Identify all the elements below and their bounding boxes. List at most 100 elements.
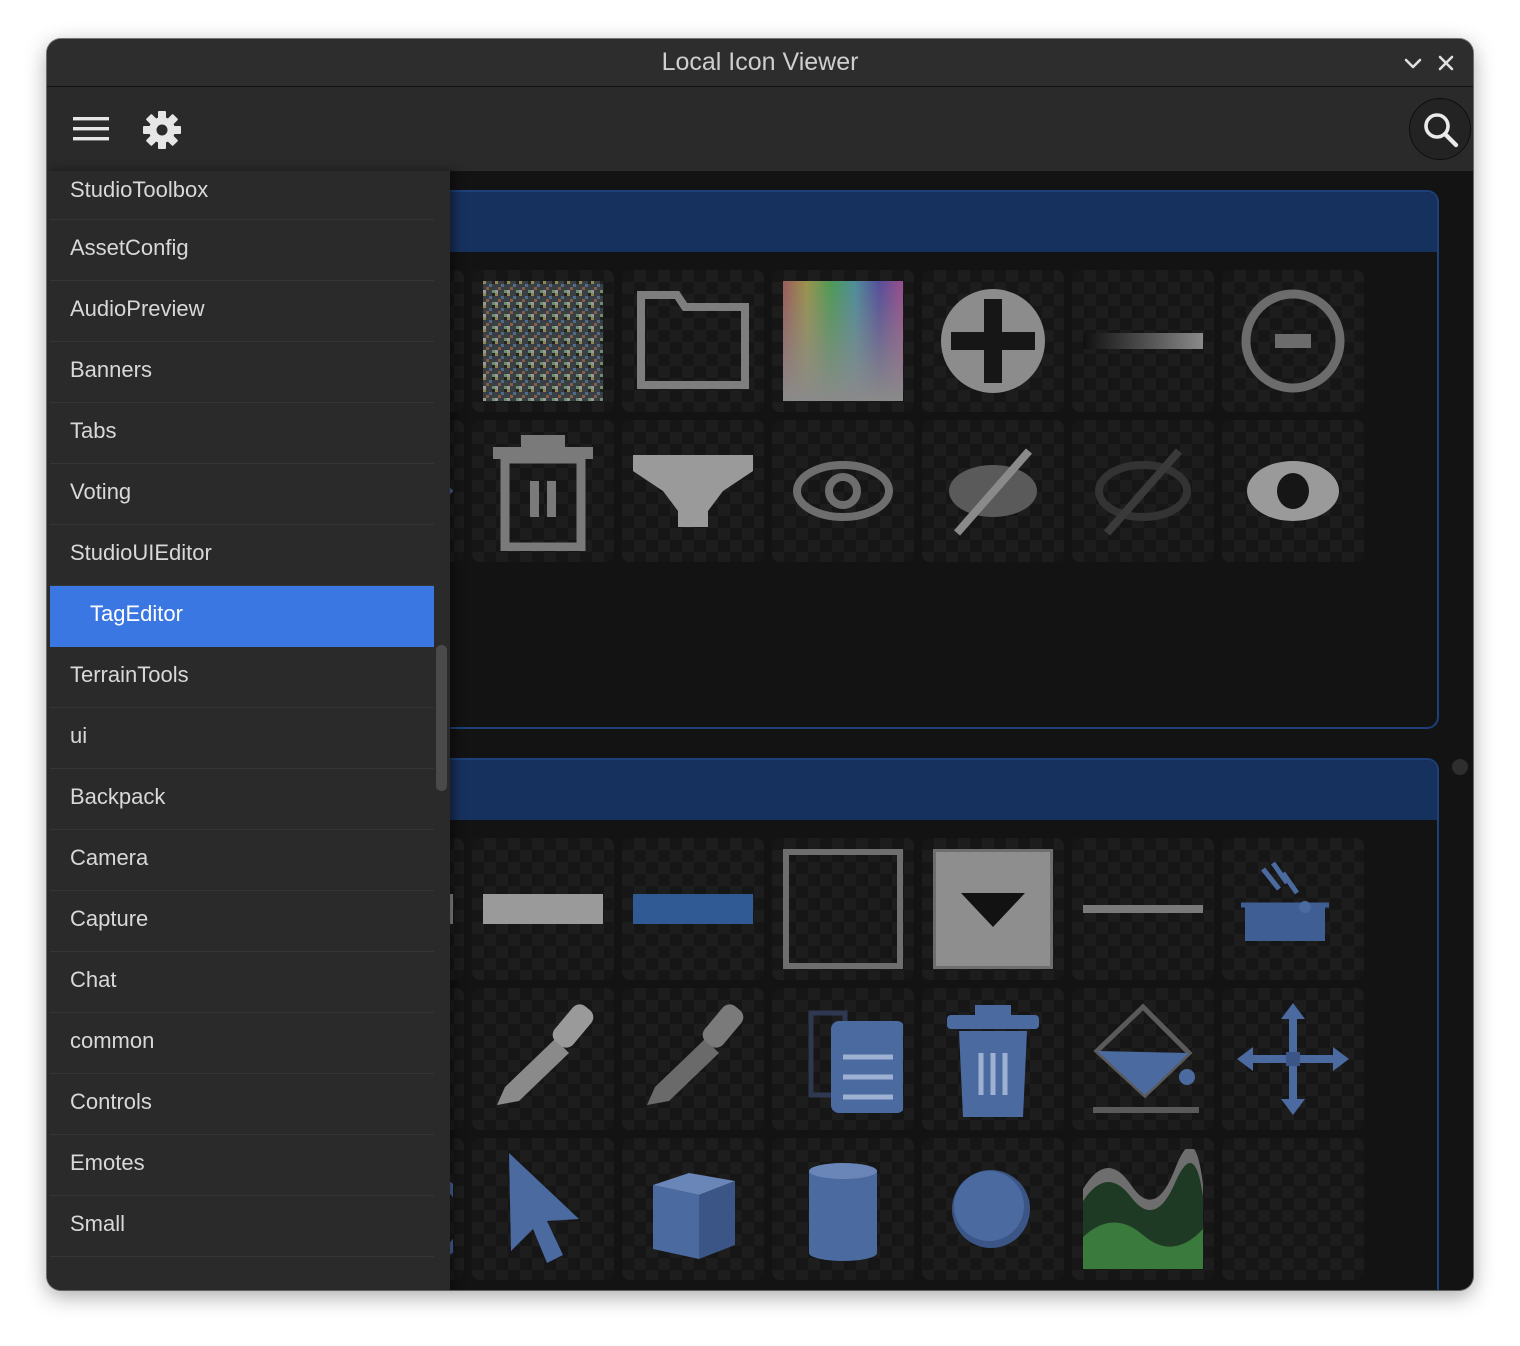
eyedropper-icon (497, 1004, 594, 1105)
sidebar-item-emotes[interactable]: Emotes (50, 1135, 434, 1196)
sidebar-item-controls[interactable]: Controls (50, 1074, 434, 1135)
section-header[interactable] (389, 192, 1437, 252)
icon-cell[interactable] (1222, 988, 1364, 1130)
icon-cell[interactable] (772, 838, 914, 980)
icon-cell[interactable] (1222, 838, 1364, 980)
paint-tray-icon (1241, 861, 1329, 941)
sidebar-item-studiotoolbox[interactable]: StudioToolbox (50, 171, 434, 220)
trash-blue-icon (947, 1005, 1039, 1117)
sidebar-item-ui[interactable]: ui (50, 708, 434, 769)
icon-cell[interactable] (922, 270, 1064, 412)
plus-circle-icon (941, 289, 1045, 393)
sidebar-item-audiopreview[interactable]: AudioPreview (50, 281, 434, 342)
icon-cell[interactable] (1072, 420, 1214, 562)
icon-cell[interactable] (1072, 1138, 1214, 1280)
gear-icon (143, 111, 181, 149)
icon-cell[interactable] (922, 1138, 1064, 1280)
paint-bucket-icon (1093, 1003, 1199, 1113)
sidebar-item-assetconfig[interactable]: AssetConfig (50, 220, 434, 281)
icon-cell[interactable] (622, 420, 764, 562)
icon-cell[interactable] (472, 270, 614, 412)
trash-icon (493, 435, 593, 551)
icon-cell[interactable] (622, 270, 764, 412)
icon-cell[interactable] (1072, 838, 1214, 980)
settings-button[interactable] (142, 110, 182, 155)
sidebar-item-common[interactable]: common (50, 1013, 434, 1074)
sidebar-item-banners[interactable]: Banners (50, 342, 434, 403)
icon-cell[interactable] (1072, 988, 1214, 1130)
icon-cell[interactable] (772, 420, 914, 562)
eye-filled-icon (1247, 461, 1339, 521)
icon-cell[interactable] (922, 988, 1064, 1130)
icon-cell[interactable] (1222, 420, 1364, 562)
empty-icon (1233, 1149, 1353, 1269)
close-button[interactable] (1434, 51, 1458, 75)
hamburger-icon (73, 117, 109, 141)
dropdown-box-icon (933, 849, 1053, 969)
icon-cell[interactable] (472, 988, 614, 1130)
sidebar-list: StudioToolbox AssetConfig AudioPreview B… (50, 171, 434, 1257)
collapse-button[interactable] (1401, 51, 1425, 75)
eye-icon (793, 461, 893, 521)
icon-cell[interactable] (772, 270, 914, 412)
icon-cell[interactable] (772, 1138, 914, 1280)
sidebar-item-voting[interactable]: Voting (50, 464, 434, 525)
section-header[interactable] (389, 760, 1437, 820)
title-bar: Local Icon Viewer (47, 39, 1473, 87)
color-spectrum-icon (783, 281, 903, 401)
sidebar-item-tageditor[interactable]: TagEditor (50, 586, 434, 647)
app-window: Local Icon Viewer StudioToolbox AssetCon… (47, 39, 1473, 1290)
gray-bar-light-icon (483, 894, 603, 924)
gradient-line-icon (1083, 333, 1203, 349)
sidebar-item-small[interactable]: Small (50, 1196, 434, 1257)
eyedropper-icon (647, 1004, 744, 1105)
sidebar-item-tabs[interactable]: Tabs (50, 403, 434, 464)
icon-cell[interactable] (1222, 270, 1364, 412)
sidebar-item-backpack[interactable]: Backpack (50, 769, 434, 830)
empty-frame-icon (783, 849, 903, 969)
icon-cell[interactable] (622, 988, 764, 1130)
icon-cell[interactable] (622, 1138, 764, 1280)
search-icon (1424, 113, 1459, 148)
eye-off-icon (949, 448, 1037, 536)
menu-button[interactable] (71, 115, 111, 148)
noise-texture-icon (483, 281, 603, 401)
icon-cell[interactable] (472, 420, 614, 562)
icon-cell[interactable] (922, 420, 1064, 562)
icon-cell[interactable] (622, 838, 764, 980)
eye-off-dim-icon (1095, 448, 1191, 536)
chevron-down-icon (1404, 58, 1422, 69)
icon-section (387, 190, 1439, 729)
cylinder-icon (809, 1163, 877, 1261)
sphere-icon (952, 1170, 1030, 1248)
icon-section (387, 758, 1439, 1290)
move-arrows-icon (1237, 1003, 1349, 1115)
sidebar-item-chat[interactable]: Chat (50, 952, 434, 1013)
icon-cell[interactable] (1222, 1138, 1364, 1280)
cube-icon (653, 1173, 735, 1259)
dropdown-triangle-icon (633, 455, 753, 527)
sidebar-item-terraintools[interactable]: TerrainTools (50, 647, 434, 708)
search-button[interactable] (1409, 98, 1471, 160)
grid-scrollbar[interactable] (1452, 759, 1468, 775)
cursor-arrow-icon (509, 1153, 579, 1263)
terrain-icon (1083, 1149, 1203, 1269)
window-title: Local Icon Viewer (661, 48, 859, 76)
folder-icon (637, 291, 749, 389)
blue-bar-icon (633, 894, 753, 924)
thin-line-icon (1083, 905, 1203, 913)
sidebar-item-capture[interactable]: Capture (50, 891, 434, 952)
icon-cell[interactable] (772, 988, 914, 1130)
icon-cell[interactable] (472, 1138, 614, 1280)
close-icon (1438, 55, 1454, 71)
sidebar: StudioToolbox AssetConfig AudioPreview B… (47, 171, 450, 1290)
sidebar-item-studiouieditor[interactable]: StudioUIEditor (50, 525, 434, 586)
icon-cell[interactable] (1072, 270, 1214, 412)
toolbar (47, 87, 1473, 171)
icon-cell[interactable] (922, 838, 1064, 980)
icon-cell[interactable] (472, 838, 614, 980)
sidebar-item-camera[interactable]: Camera (50, 830, 434, 891)
minus-circle-icon (1241, 289, 1345, 393)
sidebar-scrollbar[interactable] (436, 645, 447, 791)
clipboard-icon (808, 1010, 903, 1113)
